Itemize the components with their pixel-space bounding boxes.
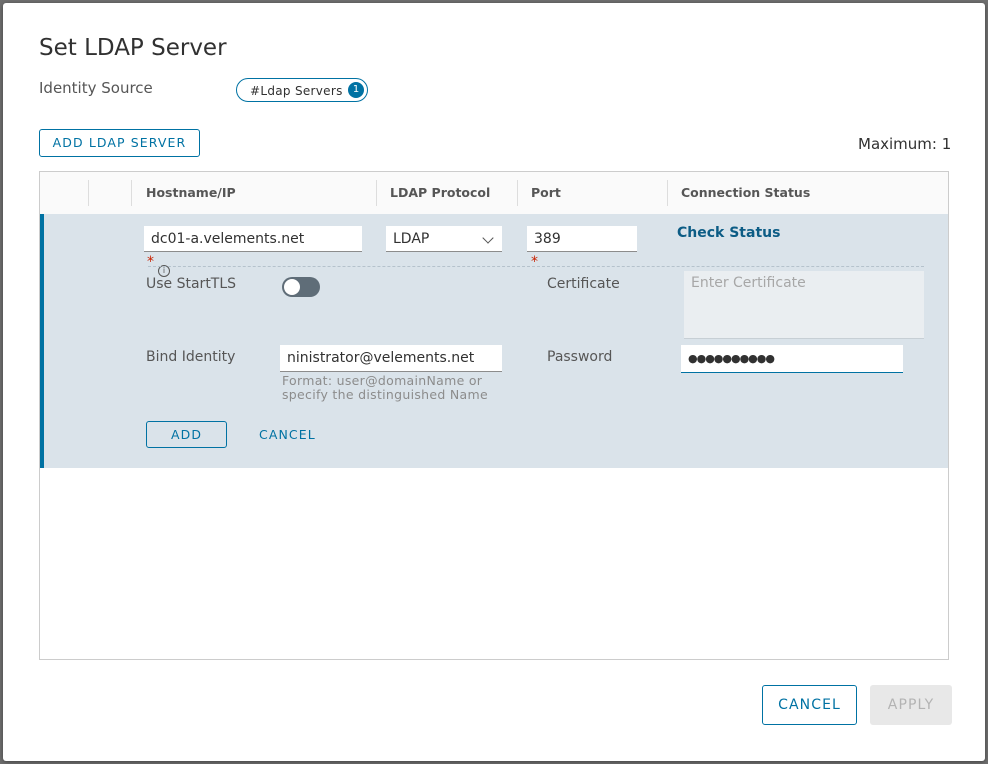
password-input[interactable]: ●●●●●●●●●● [681,345,903,373]
ldap-server-edit-row: dc01-a.velements.net LDAP 389 Check Stat… [40,214,948,468]
starttls-toggle[interactable] [282,277,320,297]
column-header-hostname[interactable]: Hostname/IP [146,185,236,200]
column-header-connection-status[interactable]: Connection Status [681,185,810,200]
dialog-title: Set LDAP Server [39,35,227,61]
identity-source-tag[interactable]: #Ldap Servers 1 [236,78,368,102]
apply-button[interactable]: APPLY [870,685,952,725]
bind-identity-hint: Format: user@domainName or specify the d… [282,374,488,402]
port-input[interactable]: 389 [527,226,637,252]
identity-source-label: Identity Source [39,79,153,97]
chevron-down-icon [482,232,494,244]
add-ldap-server-button[interactable]: ADD LDAP SERVER [39,129,200,157]
use-starttls-label: Use StartTLS [146,276,237,292]
bind-identity-hint-line: Format: user@domainName or [282,373,483,388]
bind-identity-hint-line: specify the distinguished Name [282,387,488,402]
maximum-text: Maximum: 1 [858,135,952,153]
bind-identity-input[interactable]: ninistrator@velements.net [280,345,502,372]
column-header-port[interactable]: Port [531,185,561,200]
column-separator [517,180,518,206]
column-separator [376,180,377,206]
cancel-row-button[interactable]: CANCEL [259,427,316,442]
password-label: Password [547,349,613,365]
required-marker: * [531,254,538,270]
grid-header: Hostname/IP LDAP Protocol Port Connectio… [40,172,948,215]
hostname-input[interactable]: dc01-a.velements.net [144,226,362,252]
bind-identity-label: Bind Identity [146,349,236,365]
ldap-protocol-value: LDAP [393,231,430,247]
cancel-button[interactable]: CANCEL [762,685,857,725]
certificate-textarea[interactable]: Enter Certificate [684,271,924,339]
column-separator [88,180,89,206]
ldap-server-grid: Hostname/IP LDAP Protocol Port Connectio… [39,171,949,660]
toggle-knob [284,279,300,295]
set-ldap-server-dialog: Set LDAP Server Identity Source #Ldap Se… [3,3,985,761]
identity-source-tag-label: #Ldap Servers [250,84,343,98]
identity-source-count-badge: 1 [348,82,364,98]
check-status-link[interactable]: Check Status [677,225,780,241]
row-divider [148,266,924,267]
add-row-button[interactable]: ADD [146,421,227,448]
certificate-label: Certificate [547,276,620,292]
column-separator [131,180,132,206]
column-separator [667,180,668,206]
required-marker: * [147,254,154,270]
ldap-protocol-select[interactable]: LDAP [386,226,502,252]
column-header-protocol[interactable]: LDAP Protocol [390,185,490,200]
info-icon[interactable]: i [158,258,170,277]
